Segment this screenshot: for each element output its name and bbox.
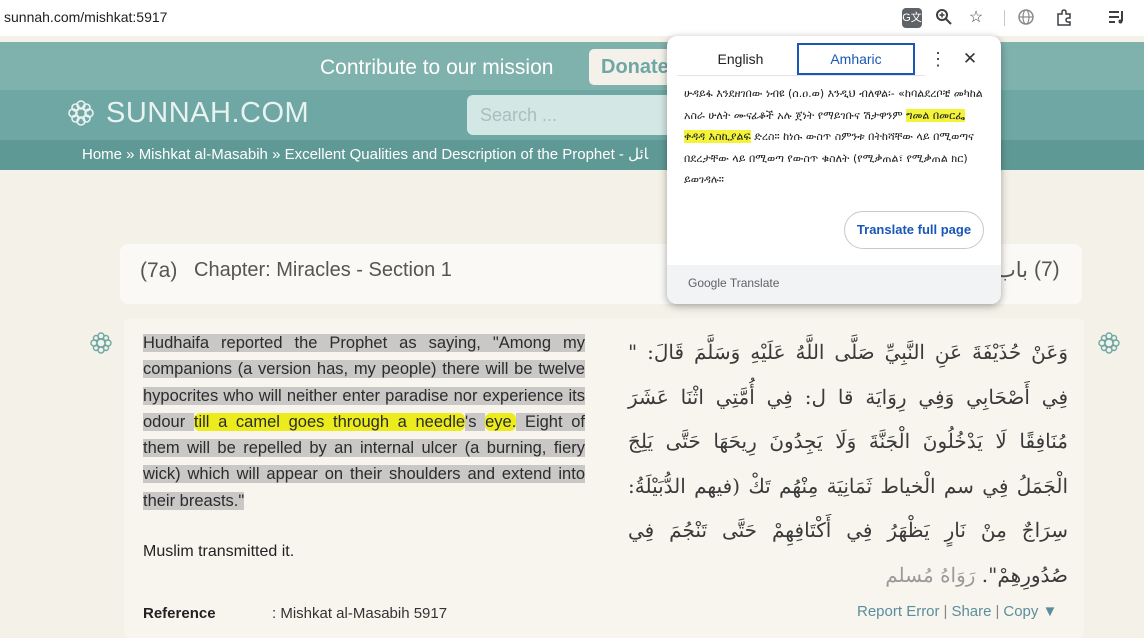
- translate-wordmark: Translate: [726, 276, 780, 290]
- ornament-right-icon: [1096, 330, 1122, 356]
- close-icon[interactable]: ✕: [960, 48, 980, 70]
- chapter-number: (7a): [140, 259, 178, 282]
- translate-icon[interactable]: G文: [902, 8, 922, 28]
- copy-link[interactable]: Copy ▼: [1003, 603, 1057, 620]
- hadith-actions: Report Error | Share | Copy ▼: [857, 603, 1058, 620]
- extensions-icon[interactable]: [1054, 8, 1074, 28]
- donate-button[interactable]: Donate: [589, 49, 675, 85]
- search-input[interactable]: [467, 95, 677, 135]
- tab-english[interactable]: English: [688, 43, 793, 75]
- report-error-link[interactable]: Report Error: [857, 603, 940, 620]
- reference-label: Reference: [143, 605, 216, 622]
- translated-text: ሁዳይፋ እንደዘገበው ነብዩ (ሰ.ዐ.ወ) እንዲህ ብለዋል፡- «ከባ…: [684, 83, 984, 191]
- arabic-main: وَعَنْ حُذَيْفَةَ عَنِ النَّبِيِّ صَلَّى…: [628, 340, 1068, 587]
- globe-icon[interactable]: [1016, 8, 1036, 28]
- tab-amharic[interactable]: Amharic: [797, 43, 915, 75]
- chapter-arabic-number: (7): [1034, 258, 1060, 281]
- highlighted-phrase: eye.: [485, 412, 517, 431]
- transmission-note: Muslim transmitted it.: [143, 543, 295, 560]
- google-translate-logo: Google Translate: [688, 276, 779, 290]
- arabic-source: رَوَاهُ مُسلم: [885, 562, 982, 587]
- share-link[interactable]: Share: [951, 603, 991, 620]
- toolbar-separator: [1004, 10, 1005, 26]
- chapter-title: Chapter: Miracles - Section 1: [194, 259, 452, 281]
- translate-full-page-button[interactable]: Translate full page: [844, 211, 984, 249]
- ornament-left-icon: [88, 330, 114, 356]
- zoom-icon[interactable]: [934, 8, 954, 28]
- mission-text: Contribute to our mission: [320, 56, 554, 79]
- media-icon[interactable]: [1106, 8, 1126, 28]
- more-options-icon[interactable]: ⋮: [929, 48, 947, 70]
- reference-value: : Mishkat al-Masabih 5917: [272, 605, 448, 622]
- star-icon[interactable]: ☆: [966, 8, 986, 28]
- tab-divider: [677, 75, 925, 76]
- hadith-english-text: Hudhaifa reported the Prophet as saying,…: [143, 330, 585, 514]
- site-logo-text[interactable]: SUNNAH.COM: [106, 97, 309, 130]
- sunnah-logo-icon[interactable]: [66, 98, 96, 128]
- address-bar[interactable]: sunnah.com/mishkat:5917: [4, 9, 167, 25]
- highlighted-phrase: till a camel goes through a needle: [193, 412, 466, 431]
- google-wordmark: Google: [688, 276, 727, 290]
- selected-text: 's: [465, 412, 486, 431]
- hadith-arabic-text: وَعَنْ حُذَيْفَةَ عَنِ النَّبِيِّ صَلَّى…: [628, 330, 1068, 597]
- breadcrumb[interactable]: Home » Mishkat al-Masabih » Excellent Qu…: [82, 145, 648, 163]
